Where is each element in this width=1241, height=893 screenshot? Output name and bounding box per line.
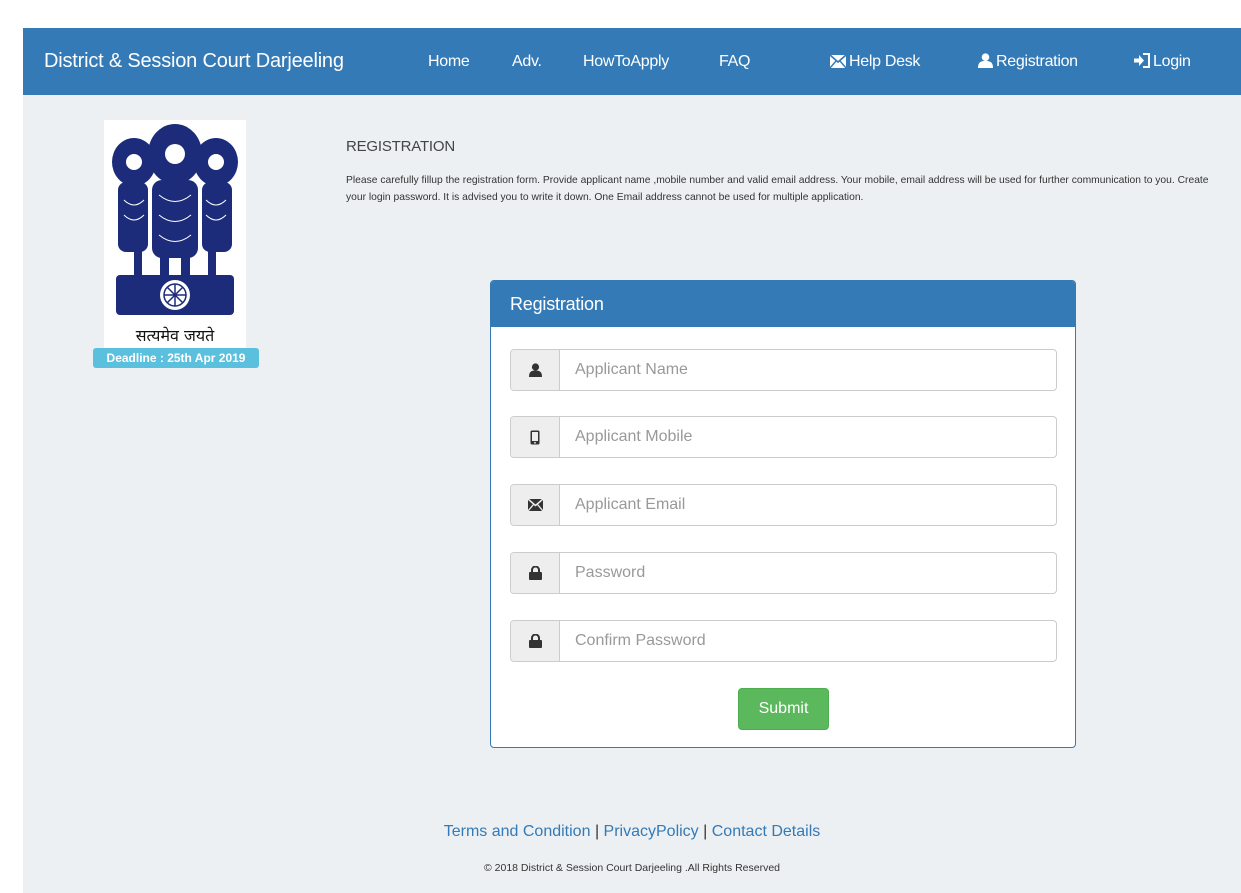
envelope-icon xyxy=(511,485,560,525)
page-heading: REGISTRATION xyxy=(346,138,455,155)
user-icon xyxy=(511,350,560,390)
nav-adv[interactable]: Adv. xyxy=(512,28,542,95)
footer-links: Terms and Condition | PrivacyPolicy | Co… xyxy=(23,823,1241,841)
panel-title: Registration xyxy=(491,281,1075,327)
applicant-email-input[interactable] xyxy=(560,485,1056,525)
envelope-icon xyxy=(829,54,847,69)
lock-icon xyxy=(511,621,560,661)
nav-help-desk[interactable]: Help Desk xyxy=(829,28,921,95)
copyright-text: © 2018 District & Session Court Darjeeli… xyxy=(483,862,781,874)
nav-faq[interactable]: FAQ xyxy=(719,28,750,95)
user-icon xyxy=(978,53,993,68)
applicant-email-group xyxy=(510,484,1057,526)
nav-registration-label: Registration xyxy=(996,53,1078,70)
nav-login[interactable]: Login xyxy=(1134,28,1191,95)
applicant-name-group xyxy=(510,349,1057,391)
page: District & Session Court Darjeeling Home… xyxy=(23,0,1241,893)
top-strip xyxy=(23,0,1241,28)
mobile-icon xyxy=(511,417,560,457)
emblem-motto: सत्यमेव जयते xyxy=(135,326,215,345)
applicant-name-input[interactable] xyxy=(560,350,1056,390)
applicant-mobile-input[interactable] xyxy=(560,417,1056,457)
nav-login-label: Login xyxy=(1153,53,1191,70)
brand-title[interactable]: District & Session Court Darjeeling xyxy=(44,28,344,95)
registration-panel: Registration Applicant Name Applicant Mo… xyxy=(490,280,1076,748)
navbar: District & Session Court Darjeeling Home… xyxy=(23,28,1241,95)
footer-separator: | xyxy=(594,823,600,840)
lock-icon xyxy=(511,553,560,593)
confirm-password-group xyxy=(510,620,1057,662)
contact-details-link[interactable]: Contact Details xyxy=(712,823,821,840)
footer-separator: | xyxy=(703,823,708,840)
nav-help-desk-label: Help Desk xyxy=(849,53,921,70)
nav-how-to-apply[interactable]: HowToApply xyxy=(583,28,669,95)
national-emblem: सत्यमेव जयते xyxy=(104,120,246,348)
log-in-icon xyxy=(1134,53,1150,68)
submit-button[interactable]: Submit xyxy=(738,688,829,730)
password-group xyxy=(510,552,1057,594)
nav-home[interactable]: Home xyxy=(428,28,470,95)
terms-link[interactable]: Terms and Condition xyxy=(444,823,591,840)
applicant-mobile-group xyxy=(510,416,1057,458)
nav-registration[interactable]: Registration xyxy=(978,28,1078,95)
privacy-policy-link[interactable]: PrivacyPolicy xyxy=(604,823,699,840)
deadline-badge: Deadline : 25th Apr 2019 xyxy=(93,348,259,368)
password-input[interactable] xyxy=(560,553,1056,593)
page-description: Please carefully fillup the registration… xyxy=(346,175,1209,203)
lion-capital-emblem-icon xyxy=(112,124,238,315)
confirm-password-input[interactable] xyxy=(560,621,1056,661)
